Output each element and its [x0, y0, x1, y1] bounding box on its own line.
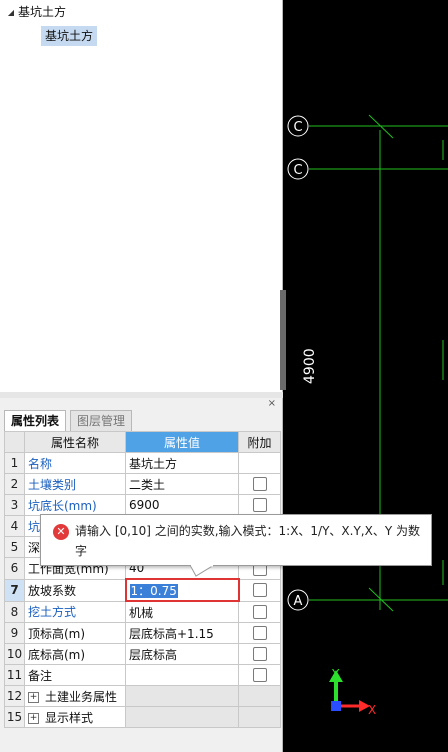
property-name: 顶标高(m) [24, 622, 126, 644]
property-name: 挖土方式 [24, 600, 126, 623]
expand-plus-icon[interactable]: + [28, 691, 39, 703]
property-value[interactable]: 基坑土方 [125, 452, 239, 474]
row-number: 7 [4, 578, 25, 602]
tab-layer-management[interactable]: 图层管理 [70, 410, 133, 431]
group-name-cell[interactable]: + 显示样式 [24, 706, 126, 728]
property-value[interactable]: 层底标高 [125, 643, 239, 665]
extra-checkbox[interactable] [252, 477, 267, 492]
property-table: 属性名称 属性值 附加 1 名称 基坑土方 2 土壤类别 二类土 3 坑底长(m… [4, 431, 281, 728]
property-name: 名称 [24, 452, 126, 474]
extra-checkbox[interactable] [252, 626, 267, 641]
property-value[interactable]: 6900 [125, 494, 239, 516]
group-extra-cell [238, 706, 281, 728]
group-label: 显示样式 [45, 710, 94, 725]
table-row-selected[interactable]: 7 放坡系数 1：0.75 [4, 578, 281, 602]
row-number: 12 [4, 685, 25, 707]
tree-root-item[interactable]: ◢ 基坑土方 [4, 3, 66, 21]
axis-label-c1: C [293, 120, 302, 135]
extra-cell [238, 578, 281, 602]
table-header-row: 属性名称 属性值 附加 [4, 431, 281, 453]
row-number: 5 [4, 536, 25, 558]
tree-child-label: 基坑土方 [45, 29, 94, 43]
group-value-cell [125, 706, 239, 728]
row-number: 3 [4, 494, 25, 516]
selected-value-text[interactable]: 1：0.75 [129, 583, 178, 598]
header-index [4, 431, 25, 453]
row-number: 6 [4, 557, 25, 580]
table-row[interactable]: 10 底标高(m) 层底标高 [4, 643, 281, 665]
row-number: 9 [4, 622, 25, 644]
table-row[interactable]: 3 坑底长(mm) 6900 [4, 494, 281, 516]
extra-checkbox[interactable] [252, 647, 267, 662]
row-number: 2 [4, 473, 25, 495]
table-row[interactable]: 1 名称 基坑土方 [4, 452, 281, 474]
error-icon: ✕ [53, 524, 69, 540]
group-value-cell [125, 685, 239, 707]
group-extra-cell [238, 685, 281, 707]
property-value[interactable]: 机械 [125, 600, 239, 623]
axis-label-c2: C [293, 163, 302, 178]
table-group-row[interactable]: 12 + 土建业务属性 [4, 685, 281, 707]
row-number: 4 [4, 515, 25, 537]
extra-cell [238, 622, 281, 644]
extra-checkbox[interactable] [252, 605, 267, 619]
header-extra[interactable]: 附加 [238, 431, 281, 453]
extra-cell [238, 664, 281, 686]
cad-drawing: C C A 4900 Y X [287, 114, 448, 717]
tab-property-list[interactable]: 属性列表 [4, 410, 67, 431]
table-group-row[interactable]: 15 + 显示样式 [4, 706, 281, 728]
property-value-editor[interactable]: 1：0.75 [124, 578, 240, 602]
tooltip-line-2: 字 [75, 544, 88, 558]
tooltip-line-1: 请输入 [0,10] 之间的实数,输入模式：1:X、1/Y、X.Y,X、Y 为数 [75, 524, 420, 538]
property-name: 备注 [24, 664, 126, 686]
expand-triangle-icon[interactable]: ◢ [4, 4, 18, 22]
group-label: 土建业务属性 [45, 689, 118, 704]
extra-cell [238, 600, 281, 623]
extra-cell [238, 643, 281, 665]
property-name: 放坡系数 [24, 578, 126, 602]
extra-checkbox[interactable] [252, 498, 267, 513]
table-row[interactable]: 11 备注 [4, 664, 281, 686]
cad-canvas[interactable]: C C A 4900 Y X [283, 0, 448, 752]
extra-cell [238, 473, 281, 495]
expand-plus-icon[interactable]: + [28, 712, 39, 724]
axis-label-a: A [294, 594, 303, 609]
property-name: 底标高(m) [24, 643, 126, 665]
table-row[interactable]: 9 顶标高(m) 层底标高+1.15 [4, 622, 281, 644]
property-name: 坑底长(mm) [24, 494, 126, 516]
splitter-handle[interactable] [280, 290, 286, 390]
group-name-cell[interactable]: + 土建业务属性 [24, 685, 126, 707]
property-value[interactable]: 层底标高+1.15 [125, 622, 239, 644]
extra-checkbox[interactable] [252, 668, 267, 683]
extra-checkbox[interactable] [252, 583, 267, 598]
row-number: 8 [4, 600, 25, 623]
table-row[interactable]: 8 挖土方式 机械 [4, 600, 281, 623]
property-value[interactable]: 二类土 [125, 473, 239, 495]
extra-cell [238, 494, 281, 516]
extra-cell [238, 452, 281, 474]
tree-child-item[interactable]: 基坑土方 [41, 26, 98, 46]
property-name: 土壤类别 [24, 473, 126, 495]
component-tree: ◢ 基坑土方 基坑土方 [0, 0, 283, 392]
property-panel: × 属性列表 图层管理 属性名称 属性值 附加 1 名称 基坑土方 2 土壤类别… [0, 398, 283, 752]
property-value[interactable] [125, 664, 239, 686]
row-number: 15 [4, 706, 25, 728]
validation-tooltip: ✕ 请输入 [0,10] 之间的实数,输入模式：1:X、1/Y、X.Y,X、Y … [40, 514, 432, 566]
y-axis-label: Y [331, 667, 340, 681]
x-axis-label: X [368, 703, 376, 717]
dimension-label: 4900 [302, 348, 318, 384]
tooltip-message: 请输入 [0,10] 之间的实数,输入模式：1:X、1/Y、X.Y,X、Y 为数… [75, 521, 425, 561]
row-number: 11 [4, 664, 25, 686]
row-number: 1 [4, 452, 25, 474]
header-property-value[interactable]: 属性值 [125, 431, 239, 453]
header-property-name[interactable]: 属性名称 [24, 431, 126, 453]
table-row[interactable]: 2 土壤类别 二类土 [4, 473, 281, 495]
close-icon[interactable]: × [268, 398, 276, 410]
tree-root-label: 基坑土方 [18, 5, 67, 19]
tooltip-pointer [190, 565, 214, 577]
row-number: 10 [4, 643, 25, 665]
